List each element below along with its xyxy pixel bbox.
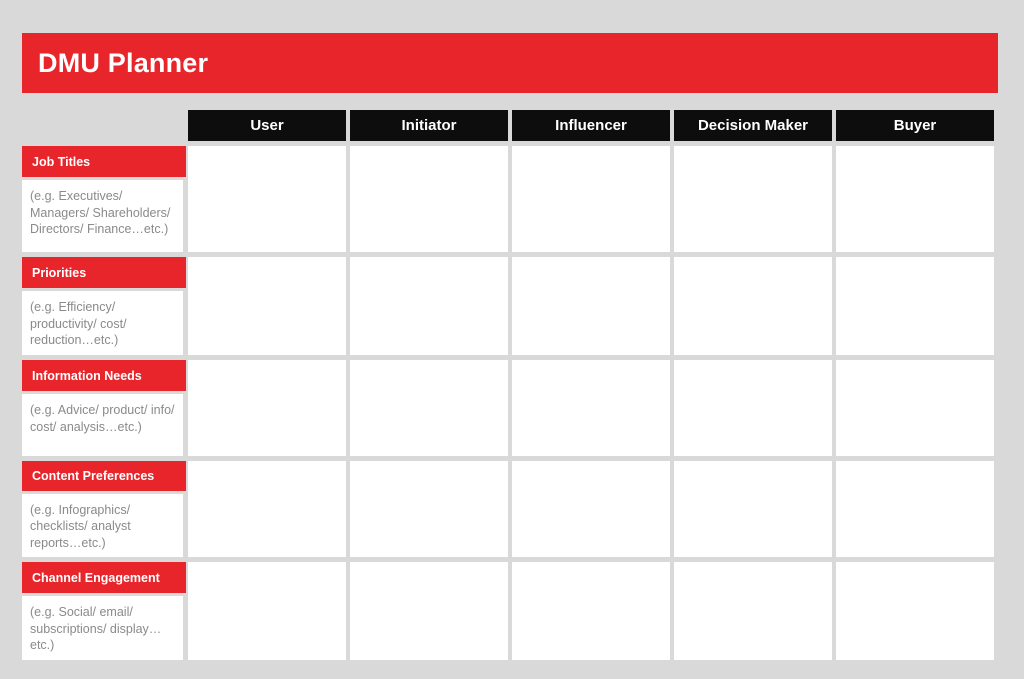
row-label-channel-engagement: Channel Engagement (e.g. Social/ email/ …	[22, 562, 186, 660]
cell-channel-engagement-user[interactable]	[188, 562, 346, 660]
page-title: DMU Planner	[38, 47, 209, 78]
cell-job-titles-user[interactable]	[188, 146, 346, 252]
table-row: Channel Engagement (e.g. Social/ email/ …	[22, 562, 998, 660]
cell-content-preferences-initiator[interactable]	[350, 461, 508, 557]
cell-channel-engagement-influencer[interactable]	[512, 562, 670, 660]
cell-priorities-initiator[interactable]	[350, 257, 508, 355]
row-label-chip: Job Titles	[22, 146, 186, 177]
cell-content-preferences-decision-maker[interactable]	[674, 461, 832, 557]
column-header-influencer: Influencer	[512, 110, 670, 141]
cell-information-needs-buyer[interactable]	[836, 360, 994, 456]
row-label-job-titles: Job Titles (e.g. Executives/ Managers/ S…	[22, 146, 186, 252]
cell-job-titles-influencer[interactable]	[512, 146, 670, 252]
cell-priorities-buyer[interactable]	[836, 257, 994, 355]
row-label-priorities: Priorities (e.g. Efficiency/ productivit…	[22, 257, 186, 355]
table-row: Content Preferences (e.g. Infographics/ …	[22, 461, 998, 557]
cell-information-needs-initiator[interactable]	[350, 360, 508, 456]
cell-content-preferences-user[interactable]	[188, 461, 346, 557]
row-label-chip: Content Preferences	[22, 461, 186, 491]
title-banner: DMU Planner	[22, 33, 998, 93]
row-label-chip: Information Needs	[22, 360, 186, 391]
column-header-user: User	[188, 110, 346, 141]
row-label-chip: Priorities	[22, 257, 186, 288]
row-hint-text: (e.g. Social/ email/ subscriptions/ disp…	[22, 596, 183, 660]
row-label-chip: Channel Engagement	[22, 562, 186, 593]
table-row: Information Needs (e.g. Advice/ product/…	[22, 360, 998, 456]
cell-job-titles-initiator[interactable]	[350, 146, 508, 252]
cell-information-needs-decision-maker[interactable]	[674, 360, 832, 456]
row-hint-text: (e.g. Advice/ product/ info/ cost/ analy…	[22, 394, 183, 456]
cell-job-titles-buyer[interactable]	[836, 146, 994, 252]
cell-channel-engagement-buyer[interactable]	[836, 562, 994, 660]
cell-content-preferences-buyer[interactable]	[836, 461, 994, 557]
cell-priorities-decision-maker[interactable]	[674, 257, 832, 355]
row-hint-text: (e.g. Efficiency/ productivity/ cost/ re…	[22, 291, 183, 355]
row-hint-text: (e.g. Executives/ Managers/ Shareholders…	[22, 180, 183, 252]
column-header-buyer: Buyer	[836, 110, 994, 141]
column-header-decision-maker: Decision Maker	[674, 110, 832, 141]
row-cells	[188, 461, 998, 557]
column-header-initiator: Initiator	[350, 110, 508, 141]
cell-priorities-user[interactable]	[188, 257, 346, 355]
table-row: Job Titles (e.g. Executives/ Managers/ S…	[22, 146, 998, 252]
row-cells	[188, 360, 998, 456]
cell-content-preferences-influencer[interactable]	[512, 461, 670, 557]
row-cells	[188, 146, 998, 252]
cell-priorities-influencer[interactable]	[512, 257, 670, 355]
dmu-planner-page: DMU Planner User Initiator Influencer De…	[0, 0, 1024, 679]
planner-grid: User Initiator Influencer Decision Maker…	[22, 110, 998, 660]
row-cells	[188, 257, 998, 355]
cell-information-needs-influencer[interactable]	[512, 360, 670, 456]
cell-channel-engagement-decision-maker[interactable]	[674, 562, 832, 660]
row-hint-text: (e.g. Infographics/ checklists/ analyst …	[22, 493, 183, 557]
cell-information-needs-user[interactable]	[188, 360, 346, 456]
row-label-information-needs: Information Needs (e.g. Advice/ product/…	[22, 360, 186, 456]
cell-job-titles-decision-maker[interactable]	[674, 146, 832, 252]
row-cells	[188, 562, 998, 660]
table-row: Priorities (e.g. Efficiency/ productivit…	[22, 257, 998, 355]
row-label-content-preferences: Content Preferences (e.g. Infographics/ …	[22, 461, 186, 557]
column-header-row: User Initiator Influencer Decision Maker…	[188, 110, 998, 141]
cell-channel-engagement-initiator[interactable]	[350, 562, 508, 660]
